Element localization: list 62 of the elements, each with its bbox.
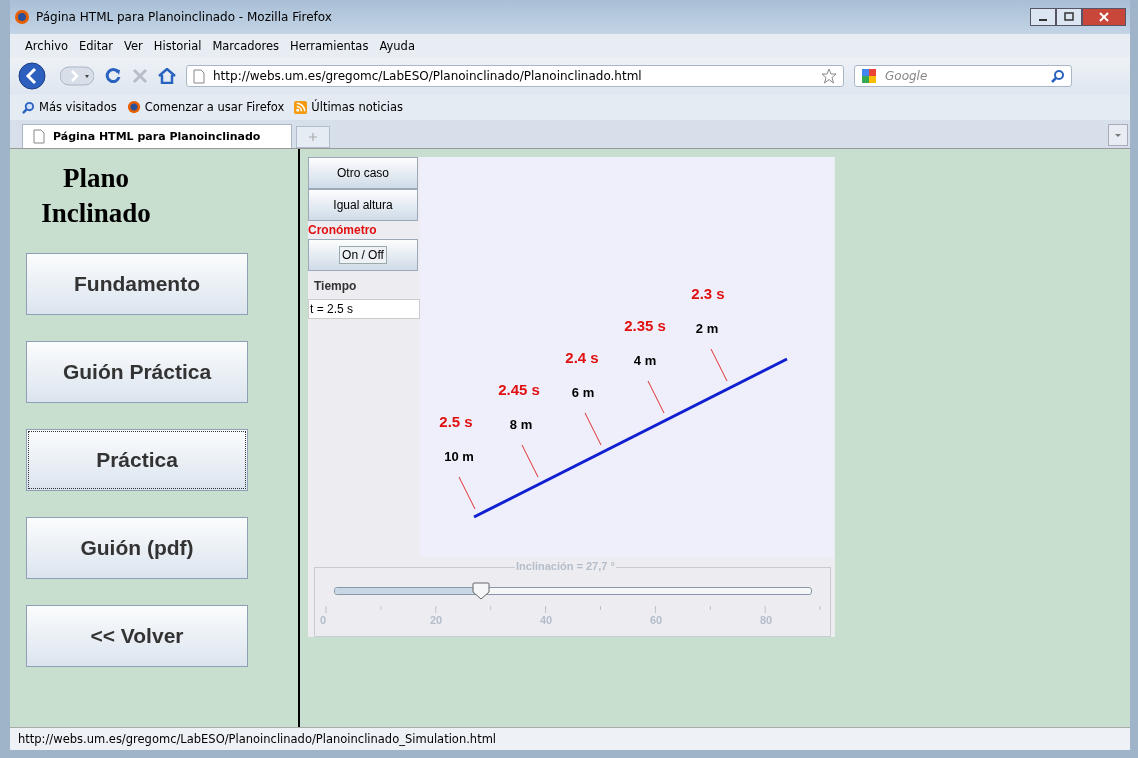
search-field[interactable]: Google <box>854 65 1072 87</box>
tick-label: 20 <box>430 614 444 626</box>
browser-tab[interactable]: Página HTML para Planoinclinado <box>22 124 292 148</box>
star-icon[interactable] <box>821 68 837 84</box>
slider-thumb[interactable] <box>472 582 491 600</box>
search-icon[interactable] <box>1051 69 1065 83</box>
minimize-icon[interactable] <box>1030 8 1056 26</box>
status-bar: http://webs.um.es/gregomc/LabESO/Planoinclinado/Planoinclinado_Simulation.html <box>10 727 1130 750</box>
marker-line <box>647 380 665 414</box>
marker-line <box>521 444 539 478</box>
bookmark-link[interactable]: Últimas noticias <box>311 100 404 114</box>
menu-item[interactable]: Historial <box>153 39 202 53</box>
page-title: Plano Inclinado <box>40 162 152 231</box>
maximize-icon[interactable] <box>1056 8 1082 26</box>
menu-item[interactable]: Editar <box>79 39 114 53</box>
distance-label: 6 m <box>571 385 595 400</box>
on-off-button[interactable]: On / Off <box>308 239 418 271</box>
distance-label: 8 m <box>509 417 533 432</box>
search-icon <box>22 100 35 114</box>
firefox-icon <box>126 100 141 114</box>
nav-button[interactable]: << Volver <box>26 605 248 668</box>
nav-button[interactable]: Fundamento <box>26 253 248 316</box>
nav-button[interactable]: Guión Práctica <box>26 341 248 404</box>
distance-label: 10 m <box>444 449 474 464</box>
time-field[interactable]: t = 2.5 s <box>308 299 420 319</box>
nav-button[interactable]: Práctica <box>26 429 248 492</box>
menu-item[interactable]: Ver <box>124 39 143 53</box>
sim-button[interactable]: Igual altura <box>308 189 418 221</box>
slider-title: Inclinación = 27,7 ° <box>515 560 616 572</box>
menu-item[interactable]: Archivo <box>25 39 68 53</box>
tick-label: 60 <box>650 614 664 626</box>
menu-item[interactable]: Ayuda <box>379 39 415 53</box>
marker-line <box>710 348 728 382</box>
nav-button[interactable]: Guión (pdf) <box>26 517 248 580</box>
time-label: 2.45 s <box>498 381 540 398</box>
sim-button[interactable]: Otro caso <box>308 157 418 189</box>
window-title: Página HTML para Planoinclinado - Mozilla Firefox <box>36 10 332 24</box>
close-icon[interactable] <box>1082 8 1126 26</box>
menu-item[interactable]: Herramientas <box>290 39 369 53</box>
distance-label: 2 m <box>695 321 719 336</box>
tick-label: 40 <box>540 614 554 626</box>
marker-line <box>458 476 476 510</box>
home-icon[interactable] <box>158 68 176 84</box>
menu-item[interactable]: Marcadores <box>212 39 280 53</box>
time-label: 2.5 s <box>439 413 473 430</box>
bookmark-link[interactable]: Comenzar a usar Firefox <box>144 100 285 114</box>
page-icon <box>33 129 45 144</box>
distance-label: 4 m <box>633 353 657 368</box>
time-label: 2.4 s <box>565 349 599 366</box>
tick-label: 80 <box>760 614 774 626</box>
marker-line <box>584 412 602 446</box>
tick-label: 0 <box>320 614 328 626</box>
page-icon <box>193 68 205 84</box>
time-label: Tiempo <box>313 278 357 295</box>
time-label: 2.35 s <box>624 317 666 334</box>
stopwatch-label: Cronómetro <box>308 222 377 239</box>
address-field[interactable]: http://webs.um.es/gregomc/LabESO/Planoinclinado/Planoinclinado.html <box>186 65 844 87</box>
rss-icon <box>294 100 308 114</box>
bookmark-link[interactable]: Más visitados <box>39 100 117 114</box>
reload-icon[interactable] <box>104 67 122 85</box>
time-label: 2.3 s <box>691 285 725 302</box>
firefox-icon <box>14 9 30 25</box>
